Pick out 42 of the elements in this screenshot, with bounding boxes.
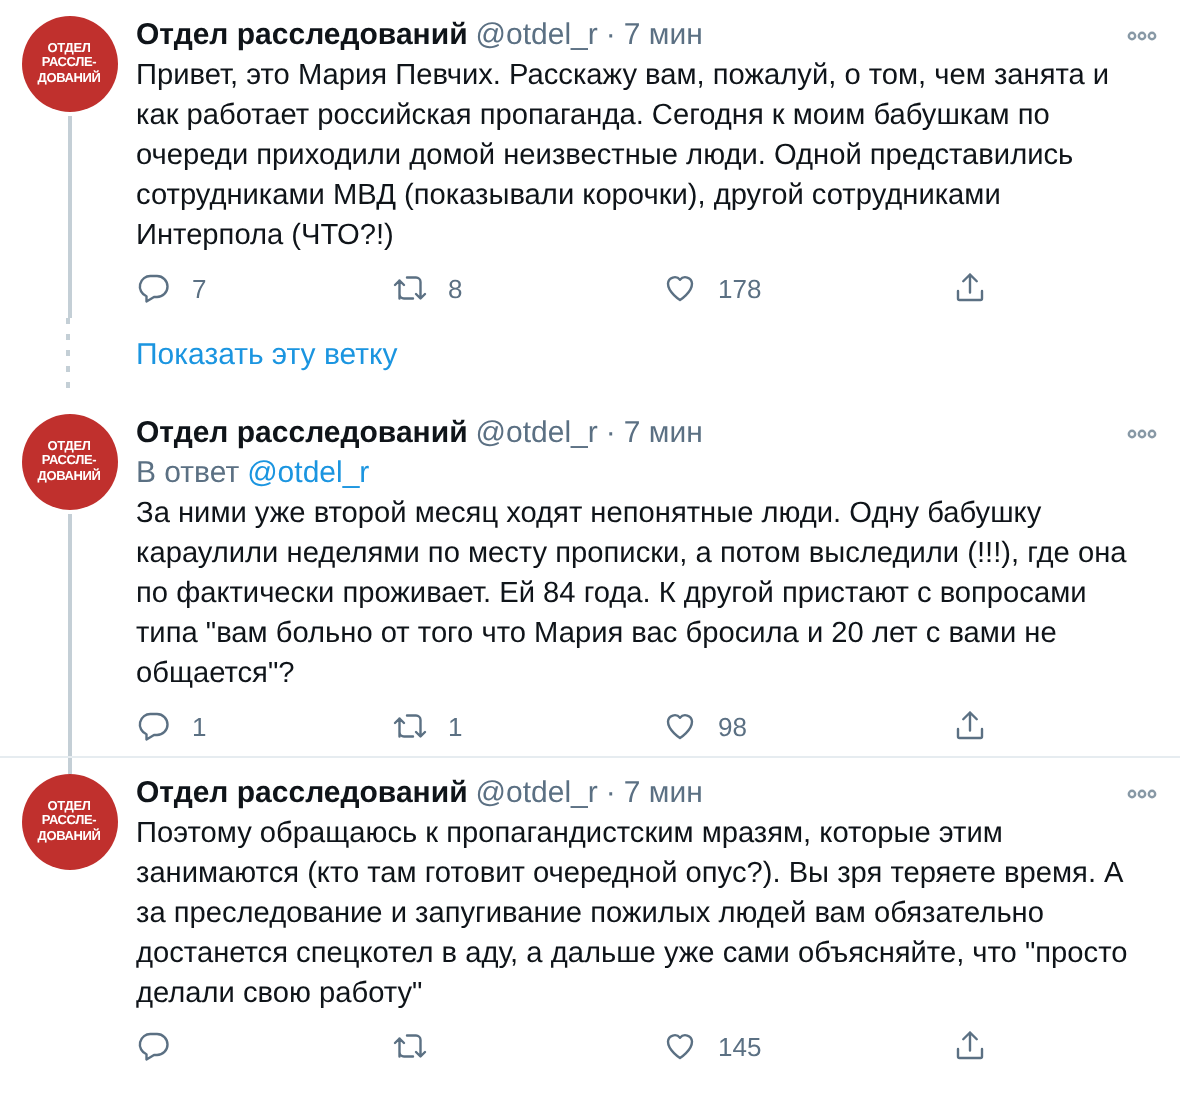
author-name[interactable]: Отдел расследований — [136, 414, 468, 454]
separator-dot: · — [605, 16, 616, 56]
retweet-icon — [392, 1028, 428, 1064]
share-icon — [952, 708, 988, 744]
author-name[interactable]: Отдел расследований — [136, 16, 468, 56]
share-button[interactable] — [952, 270, 988, 306]
share-icon — [952, 270, 988, 306]
tweet-time[interactable]: 7 мин — [623, 414, 703, 454]
heart-icon — [662, 1028, 698, 1064]
separator-dot: · — [605, 414, 616, 454]
retweet-button[interactable]: 8 — [392, 270, 463, 306]
retweet-button[interactable] — [392, 1028, 428, 1064]
retweet-icon — [392, 708, 428, 744]
show-thread-link[interactable]: Показать эту ветку — [136, 337, 1180, 379]
reply-icon — [136, 708, 172, 744]
like-button[interactable]: 145 — [662, 1028, 762, 1064]
author-handle: @otdel_r — [475, 774, 598, 814]
tweet-time[interactable]: 7 мин — [623, 16, 703, 56]
heart-icon — [662, 708, 698, 744]
reply-handle-link[interactable]: @otdel_r — [247, 454, 370, 494]
share-icon — [952, 1028, 988, 1064]
reply-button[interactable]: 7 — [136, 270, 207, 306]
tweet-text: За ними уже второй месяц ходят непонятные люди. Одну бабушку караулили неделями по месту прописки, а потом выследили (!!!), где она по фактически проживает. Ей 84 года. К другой пристают с вопросами типа "вам больно от того что Мария вас бросила и 20 лет с вами не общается"? — [136, 496, 1129, 694]
retweet-button[interactable]: 1 — [392, 708, 463, 744]
reply-icon — [136, 270, 172, 306]
reply-prefix: В ответ — [136, 454, 240, 494]
tweet-time[interactable]: 7 мин — [623, 774, 703, 814]
author-name[interactable]: Отдел расследований — [136, 774, 468, 814]
share-button[interactable] — [952, 1028, 988, 1064]
author-handle: @otdel_r — [475, 414, 598, 454]
tweet-text: Привет, это Мария Певчих. Расскажу вам, пожалуй, о том, чем занята и как работает российская пропаганда. Сегодня к моим бабушкам по очереди приходили домой неизвестные люди. Одной представились сотрудниками МВД (показывали корочки), другой сотрудниками Интерпола (ЧТО?!) — [136, 58, 1112, 256]
like-button[interactable]: 178 — [662, 270, 762, 306]
reply-button[interactable] — [136, 1028, 172, 1064]
reply-button[interactable]: 1 — [136, 708, 207, 744]
reply-icon — [136, 1028, 172, 1064]
author-handle: @otdel_r — [475, 16, 598, 56]
tweet-text: Поэтому обращаюсь к пропагандистским мразям, которые этим занимаются (кто там готовит очередной опус?). Вы зря теряете время. А за преследование и запугивание пожилых людей вам обязательно достанется спецкотел в аду, а дальше уже сами объясняйте, что "просто делали свою работу" — [136, 816, 1130, 1014]
like-button[interactable]: 98 — [662, 708, 747, 744]
share-button[interactable] — [952, 708, 988, 744]
separator-dot: · — [605, 774, 616, 814]
retweet-icon — [392, 270, 428, 306]
heart-icon — [662, 270, 698, 306]
